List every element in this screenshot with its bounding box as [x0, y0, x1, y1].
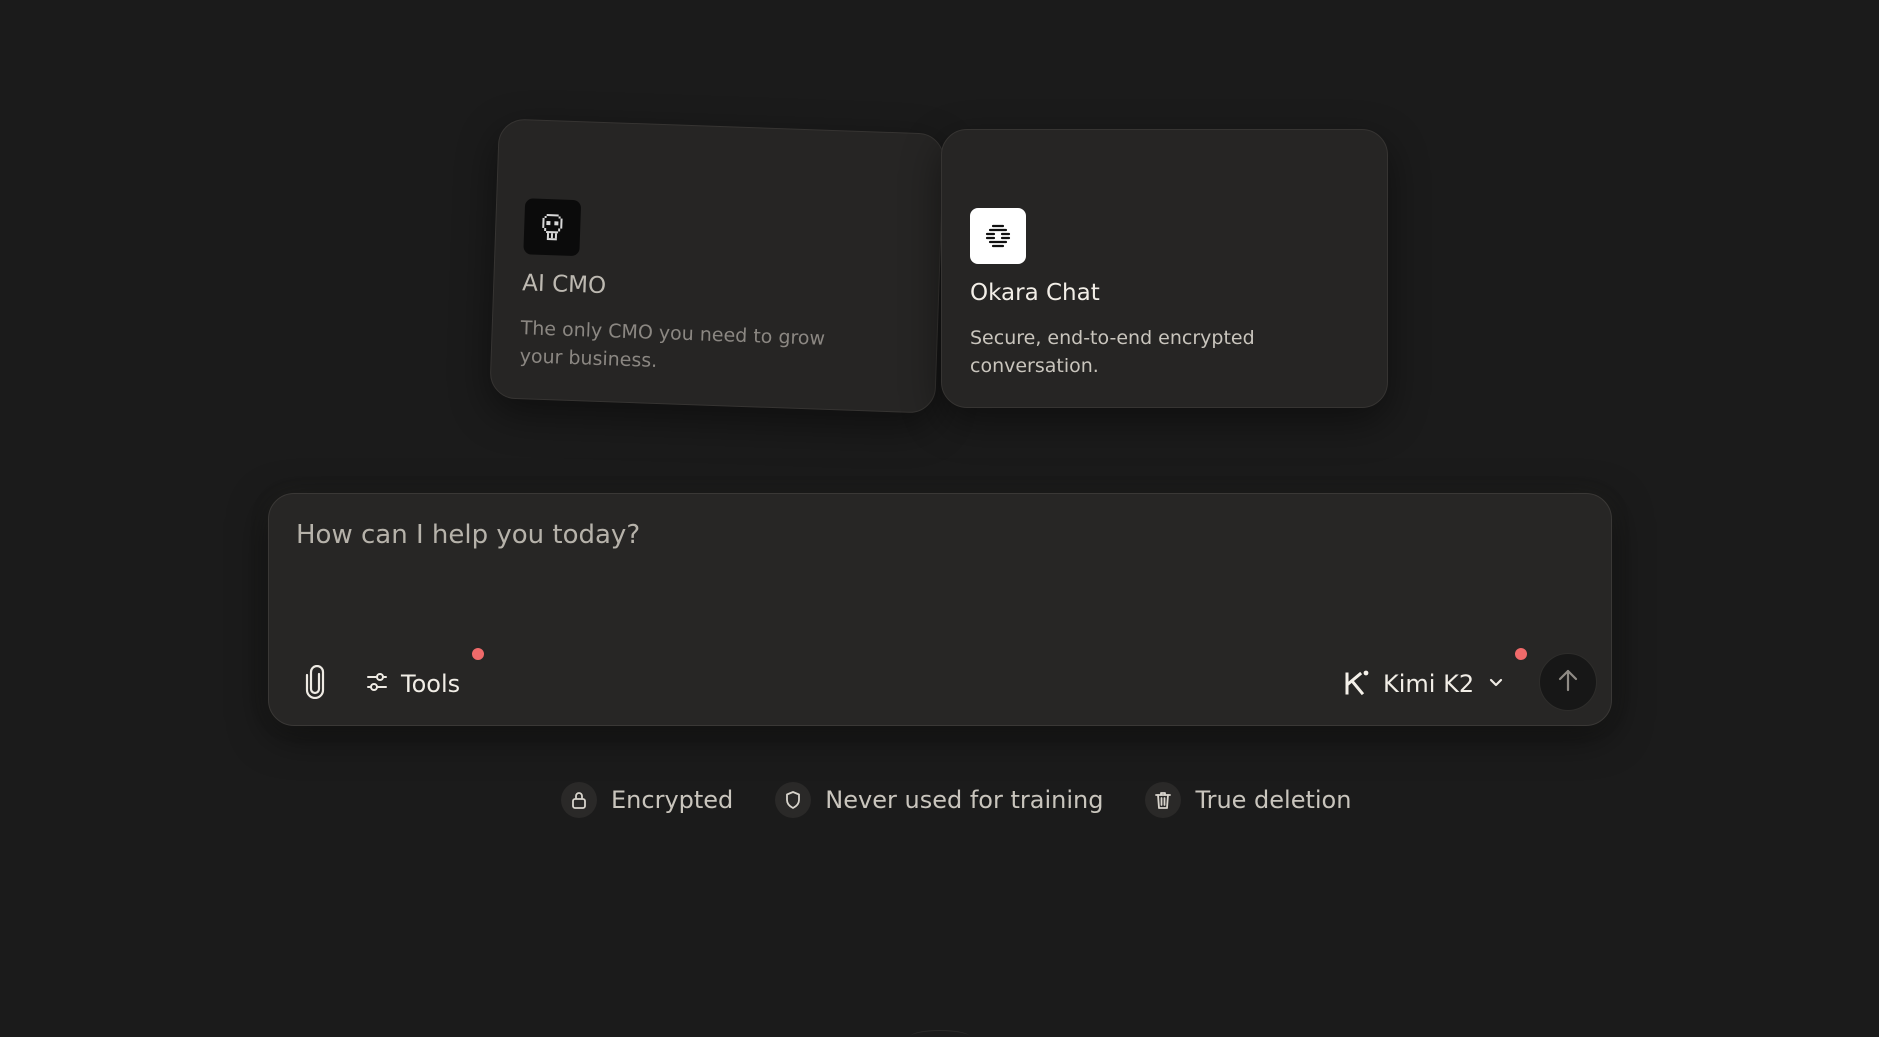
card-okara-chat[interactable]: Okara Chat Secure, end-to-end encrypted …: [941, 129, 1388, 408]
chat-composer: Tools Kimi K2: [268, 493, 1612, 726]
privacy-badges: Encrypted Never used for training True d…: [561, 780, 1351, 820]
badge-encrypted: Encrypted: [561, 782, 733, 818]
tools-notification-dot: [470, 646, 486, 662]
paperclip-icon: [304, 664, 326, 703]
bottom-scroll-indicator: [910, 1030, 970, 1037]
badge-true-deletion: True deletion: [1145, 782, 1351, 818]
model-selector[interactable]: Kimi K2: [1343, 664, 1506, 704]
sliders-icon: [365, 670, 389, 698]
chevron-down-icon: [1486, 672, 1506, 696]
send-button[interactable]: [1539, 653, 1597, 711]
kimi-logo-icon: [1343, 668, 1371, 700]
tools-button[interactable]: Tools: [365, 664, 460, 704]
attach-button[interactable]: [297, 664, 333, 704]
badge-label: Never used for training: [825, 786, 1104, 814]
card-title: AI CMO: [521, 270, 607, 300]
card-description: Secure, end-to-end encrypted conversatio…: [970, 327, 1255, 377]
badge-label: True deletion: [1195, 786, 1352, 814]
card-description: The only CMO you need to grow your busin…: [519, 317, 826, 372]
arrow-up-icon: [1554, 666, 1582, 698]
tools-label: Tools: [401, 670, 461, 698]
lock-icon: [561, 782, 597, 818]
badge-never-used-for-training: Never used for training: [775, 782, 1103, 818]
model-notification-dot: [1513, 646, 1529, 662]
okara-logo-icon: [970, 208, 1026, 264]
badge-label: Encrypted: [611, 786, 734, 814]
skull-icon: [523, 198, 582, 257]
shield-icon: [775, 782, 812, 818]
trash-icon: [1145, 782, 1182, 818]
card-ai-cmo[interactable]: AI CMO The only CMO you need to grow you…: [489, 118, 945, 414]
prompt-input[interactable]: [296, 520, 1576, 600]
model-label: Kimi K2: [1383, 670, 1475, 698]
page: AI CMO The only CMO you need to grow you…: [0, 0, 1879, 1037]
card-title: Okara Chat: [970, 280, 1100, 306]
